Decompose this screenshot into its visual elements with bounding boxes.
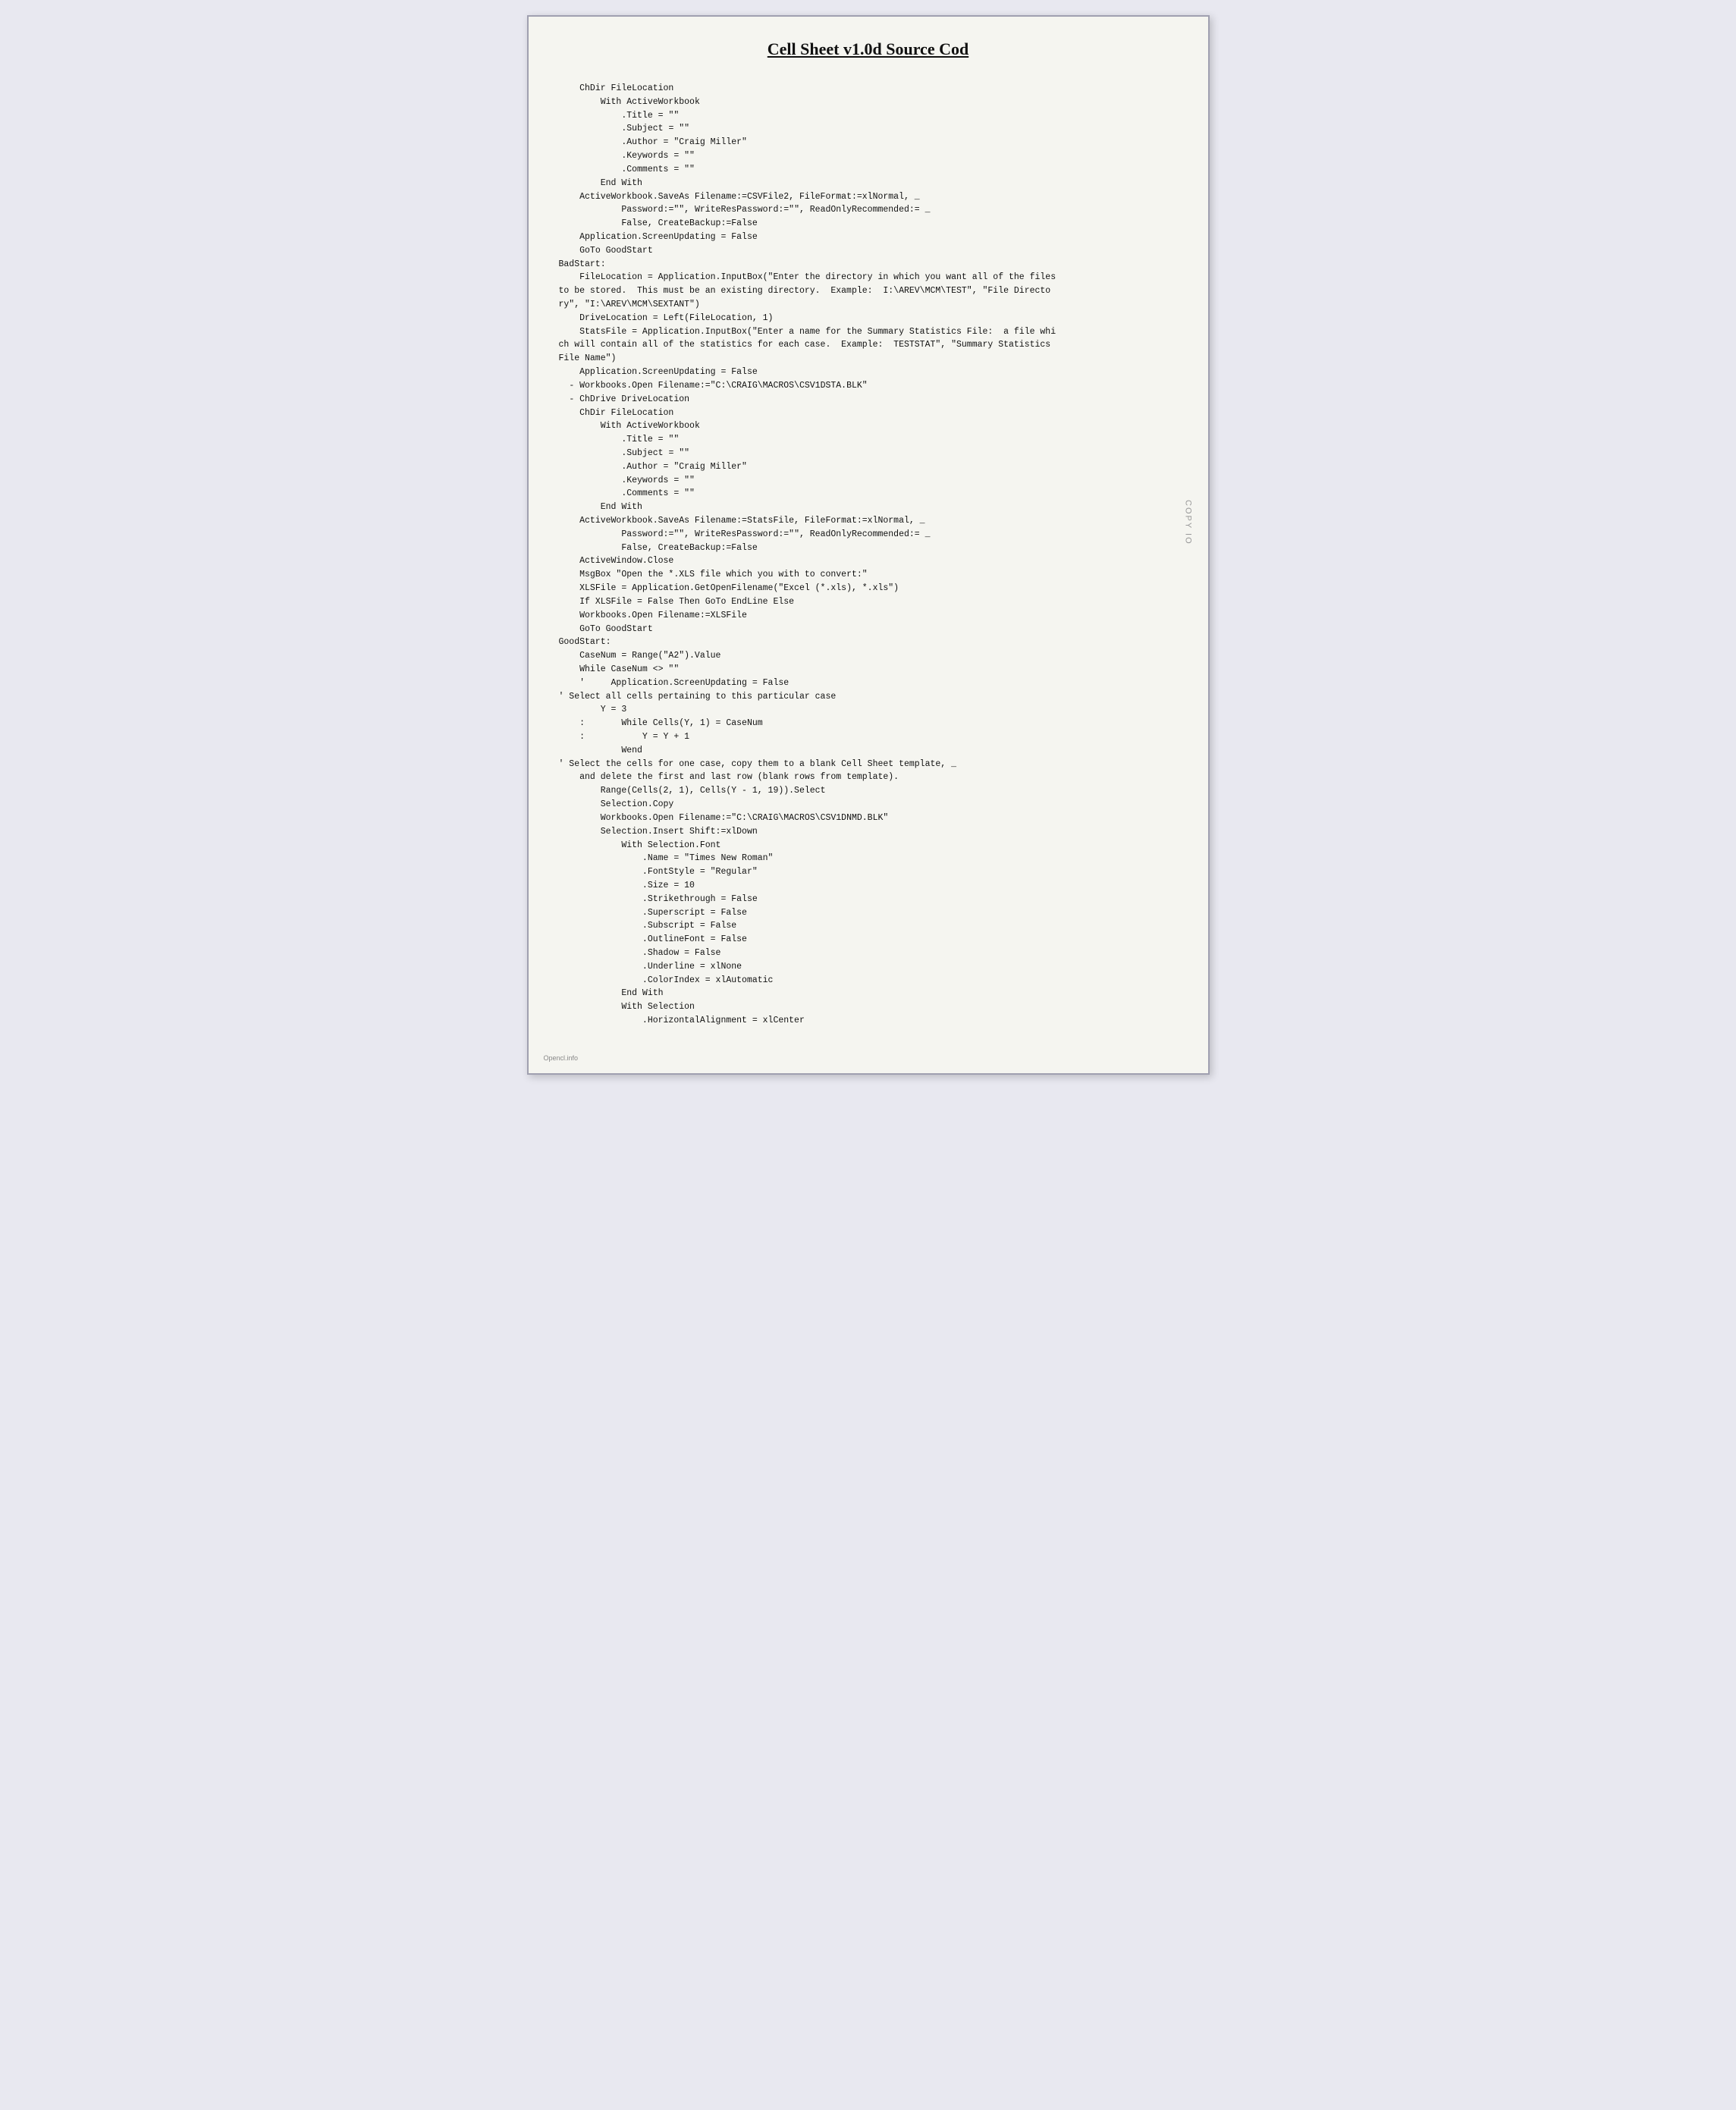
page-container: Cell Sheet v1.0d Source Cod ChDir FileLo… — [527, 15, 1210, 1075]
page-title: Cell Sheet v1.0d Source Cod — [559, 39, 1178, 59]
watermark-left: Opencl.info — [544, 1054, 579, 1062]
watermark-right: COPY IO — [1184, 500, 1193, 545]
code-content: ChDir FileLocation With ActiveWorkbook .… — [559, 82, 1178, 1028]
